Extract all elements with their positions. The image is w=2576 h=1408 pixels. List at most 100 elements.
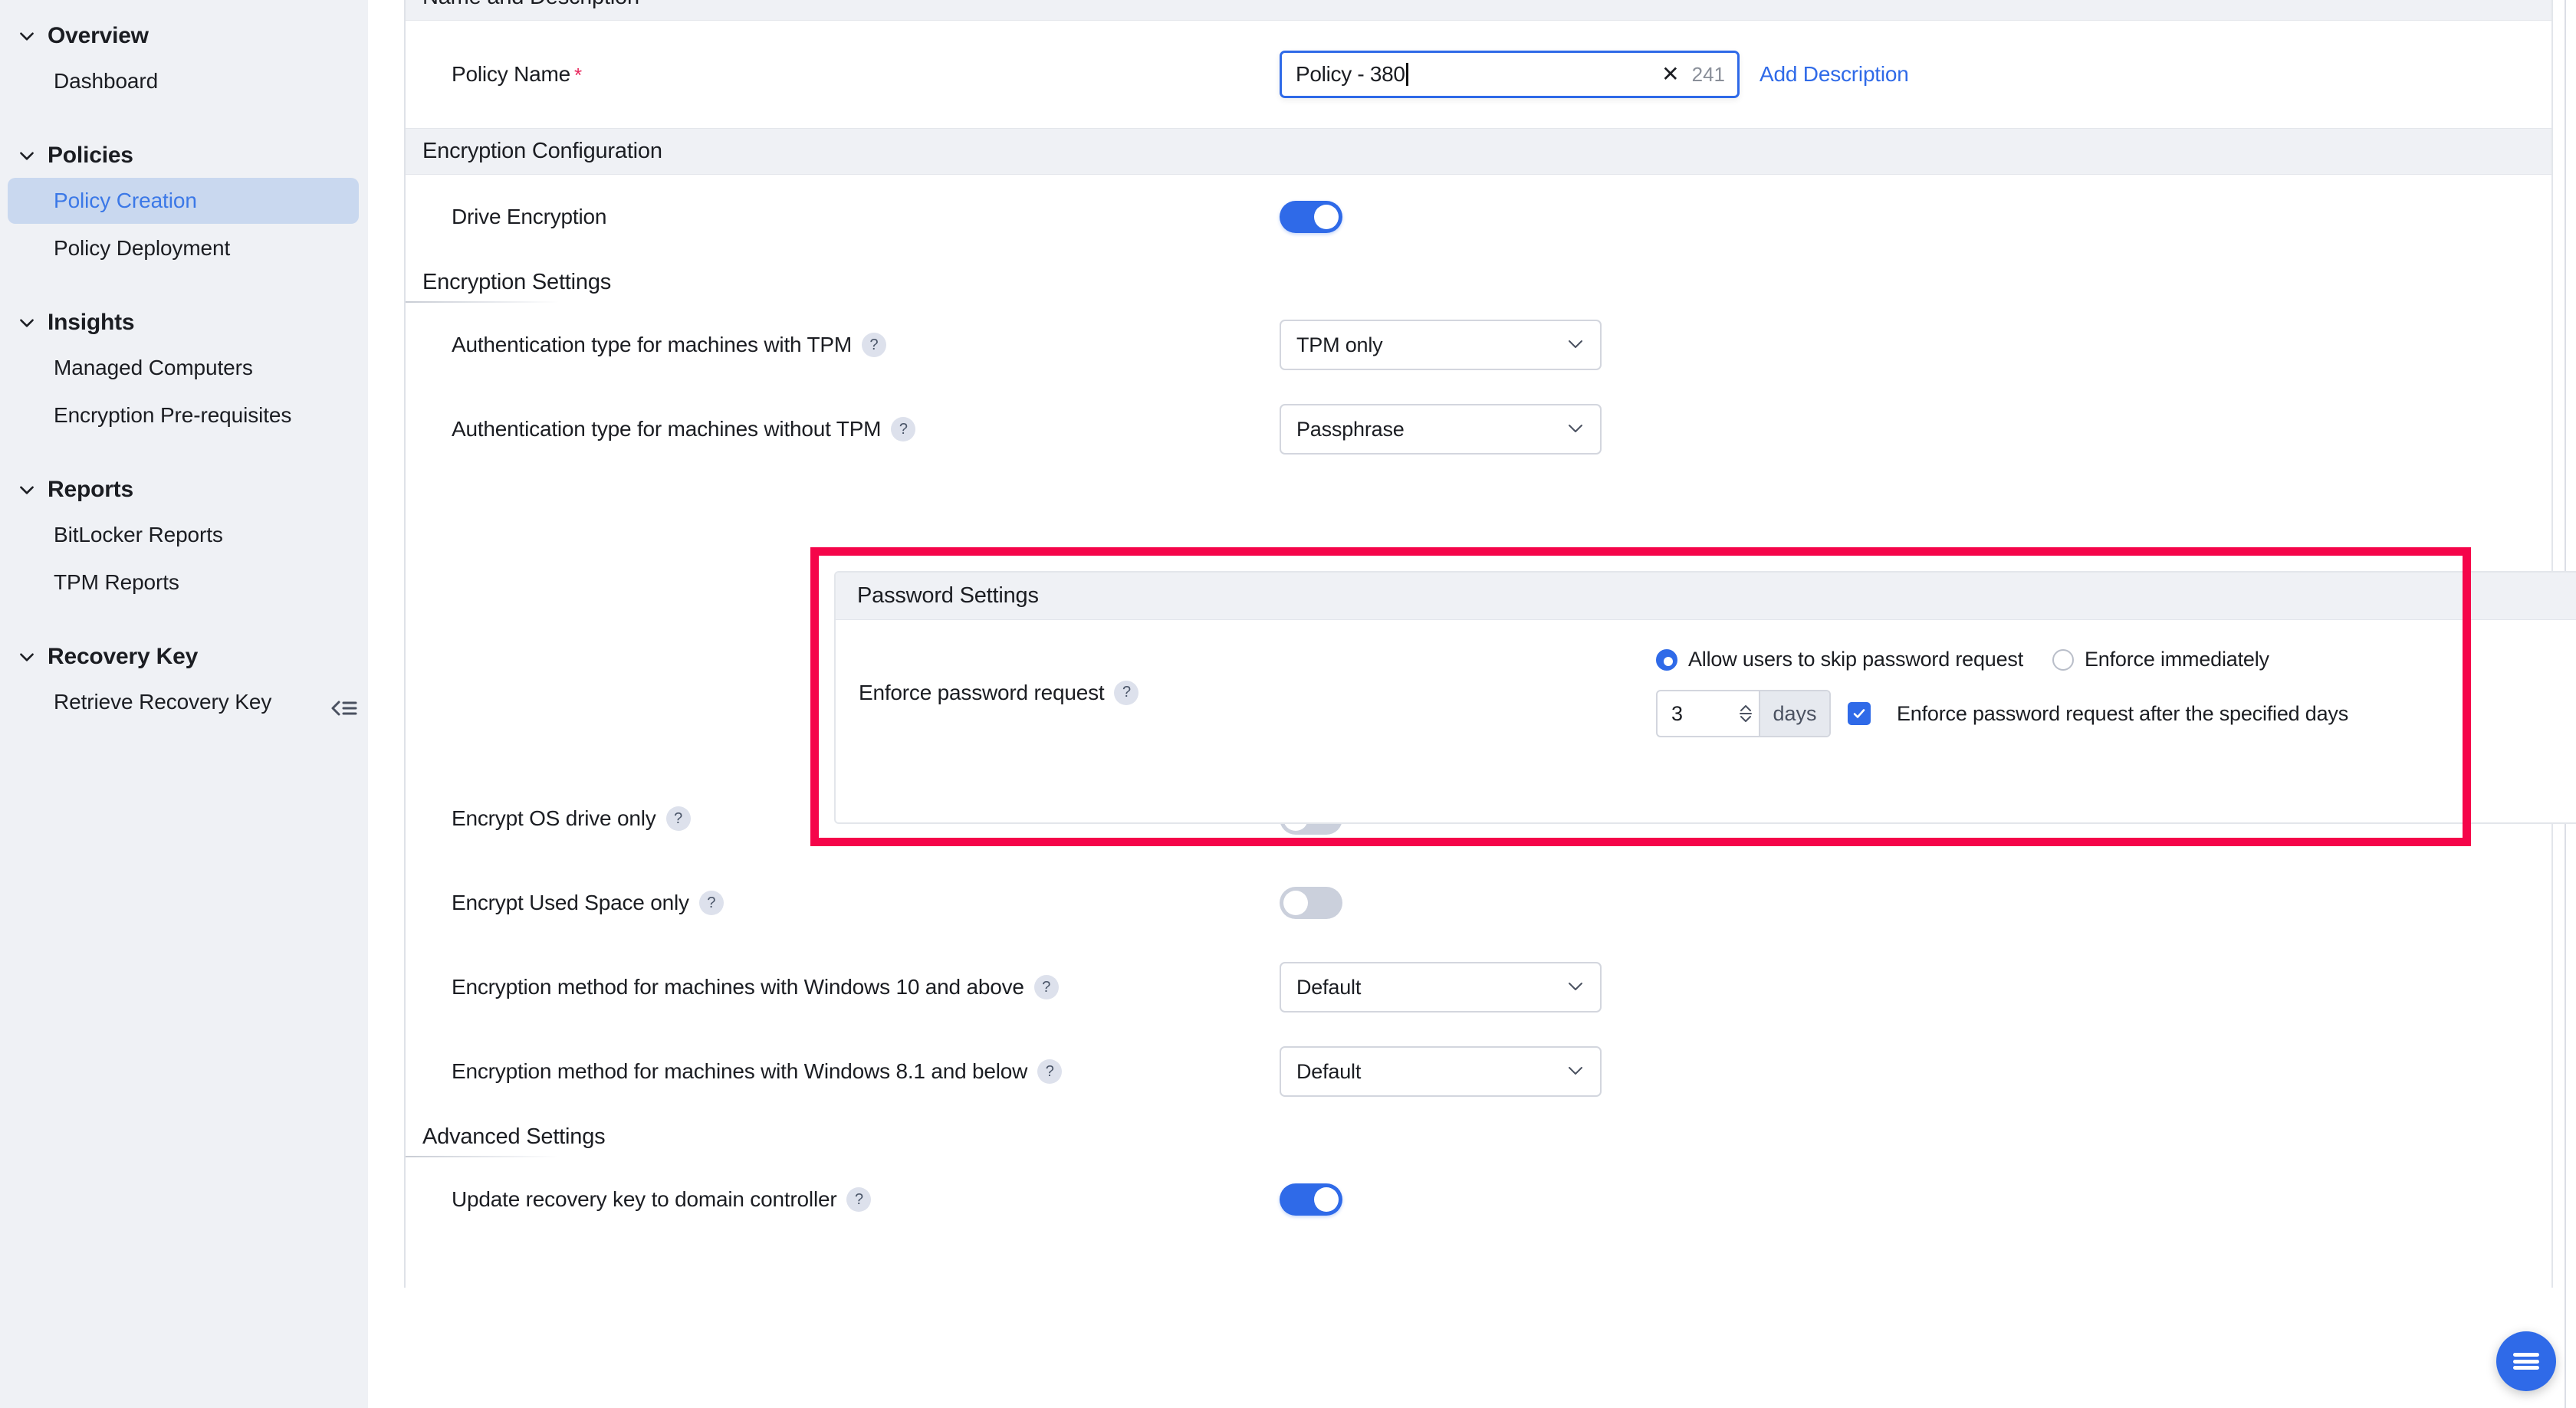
radio-allow-skip-password-request[interactable] [1656,649,1677,671]
encryption-method-win10-label-wrap: Encryption method for machines with Wind… [452,975,1280,999]
app-root: Overview Dashboard Policies Policy Creat… [0,0,2576,1408]
row-encryption-method-win81: Encryption method for machines with Wind… [406,1029,2551,1114]
update-recovery-key-control [1280,1183,1342,1216]
nav-group-title: Overview [48,23,149,49]
row-auth-type-without-tpm: Authentication type for machines without… [406,387,2551,471]
policy-name-value: Policy - 380 [1296,62,1405,87]
section-header-encryption-configuration: Encryption Configuration [406,128,2551,175]
collapse-sidebar-icon[interactable] [320,682,368,734]
sidebar-item-label: Policy Creation [54,189,197,212]
policy-name-label-wrap: Policy Name * [452,62,1280,87]
nav-spacer [0,615,368,636]
help-icon[interactable]: ? [862,333,886,357]
sidebar-item-label: BitLocker Reports [54,523,223,546]
sidebar-item-encryption-pre-requisites[interactable]: Encryption Pre-requisites [8,392,359,438]
enforce-password-request-label-wrap: Enforce password request ? [859,648,1656,737]
menu-bar [2513,1353,2539,1357]
help-icon[interactable]: ? [699,891,724,915]
nav-group-header-policies[interactable]: Policies [0,135,368,176]
radio-enforce-immediately-label[interactable]: Enforce immediately [2085,648,2269,671]
close-icon[interactable]: ✕ [1661,64,1679,85]
sidebar-item-label: Retrieve Recovery Key [54,690,271,714]
sidebar-item-retrieve-recovery-key[interactable]: Retrieve Recovery Key [8,679,359,725]
sidebar-item-managed-computers[interactable]: Managed Computers [8,345,359,391]
drive-encryption-label-wrap: Drive Encryption [452,205,1280,229]
help-icon[interactable]: ? [1037,1059,1062,1084]
encryption-method-win81-select[interactable]: Default [1280,1046,1602,1097]
section-title: Encryption Configuration [422,139,662,163]
sidebar: Overview Dashboard Policies Policy Creat… [0,0,368,1408]
enforce-password-radio-group: Allow users to skip password request Enf… [1656,648,2348,671]
auth-type-with-tpm-label-wrap: Authentication type for machines with TP… [452,333,1280,357]
select-value: TPM only [1296,333,1382,357]
days-stepper[interactable]: 3 days [1656,690,1831,737]
encryption-method-win10-select[interactable]: Default [1280,962,1602,1013]
enforce-after-days-label[interactable]: Enforce password request after the speci… [1897,702,2348,726]
auth-type-without-tpm-label-wrap: Authentication type for machines without… [452,417,1280,441]
select-value: Passphrase [1296,418,1405,441]
policy-name-input[interactable]: Policy - 380 ✕ 241 [1280,51,1740,98]
sidebar-item-label: Managed Computers [54,356,253,379]
days-line: 3 days [1656,690,2348,737]
nav-group-insights: Insights Managed Computers Encryption Pr… [0,302,368,438]
nav-group-header-insights[interactable]: Insights [0,302,368,343]
help-icon[interactable]: ? [1114,681,1138,705]
nav-group-header-overview[interactable]: Overview [0,15,368,57]
drive-encryption-label: Drive Encryption [452,205,606,229]
drive-encryption-toggle[interactable] [1280,201,1342,233]
help-icon[interactable]: ? [1034,975,1059,999]
nav-group-overview: Overview Dashboard [0,15,368,104]
row-encrypt-used-space-only: Encrypt Used Space only ? [406,861,2551,945]
sidebar-item-policy-creation[interactable]: Policy Creation [8,178,359,224]
enforce-password-request-label: Enforce password request [859,681,1104,705]
sidebar-item-tpm-reports[interactable]: TPM Reports [8,560,359,606]
sidebar-item-bitlocker-reports[interactable]: BitLocker Reports [8,512,359,558]
policy-name-control: Policy - 380 ✕ 241 Add Description [1280,51,1909,98]
bottom-spacer [406,1242,2551,1288]
row-drive-encryption: Drive Encryption [406,175,2551,259]
policy-name-label: Policy Name [452,62,570,87]
menu-bar [2513,1366,2539,1370]
encryption-method-win10-control: Default [1280,962,1602,1013]
auth-type-without-tpm-select[interactable]: Passphrase [1280,404,1602,455]
enforce-after-days-checkbox[interactable] [1848,702,1871,725]
select-value: Default [1296,1060,1361,1084]
nav-group-header-reports[interactable]: Reports [0,469,368,510]
drive-encryption-control [1280,201,1342,233]
required-marker: * [574,65,582,85]
chevron-down-icon [1566,979,1585,996]
subsection-header-advanced-settings: Advanced Settings [406,1114,2551,1157]
radio-enforce-immediately[interactable] [2052,649,2074,671]
auth-type-without-tpm-control: Passphrase [1280,404,1602,455]
sidebar-item-dashboard[interactable]: Dashboard [8,58,359,104]
auth-type-without-tpm-label: Authentication type for machines without… [452,417,881,441]
encrypt-used-space-only-label: Encrypt Used Space only [452,891,689,915]
sidebar-item-label: Policy Deployment [54,236,230,260]
update-recovery-key-label: Update recovery key to domain controller [452,1187,836,1212]
chevron-down-icon [17,647,37,667]
sidebar-item-policy-deployment[interactable]: Policy Deployment [8,225,359,271]
chevron-down-icon [17,26,37,46]
auth-type-with-tpm-select[interactable]: TPM only [1280,320,1602,370]
stepper-arrows-icon[interactable] [1733,691,1759,736]
help-icon[interactable]: ? [846,1187,871,1212]
policy-name-value-wrap: Policy - 380 [1296,62,1661,87]
nav-group-reports: Reports BitLocker Reports TPM Reports [0,469,368,606]
encryption-method-win81-label: Encryption method for machines with Wind… [452,1059,1027,1084]
help-icon[interactable]: ? [891,417,915,441]
radio-allow-skip-password-request-label[interactable]: Allow users to skip password request [1688,648,2023,671]
nav-group-title: Policies [48,143,133,169]
sidebar-item-label: Dashboard [54,69,158,93]
section-title: Name and Description [422,0,639,9]
char-count: 241 [1692,63,1725,87]
password-settings-body: Enforce password request ? Allow users t… [836,620,2576,737]
main-content: Name and Description Policy Name * Polic… [368,0,2576,1408]
help-icon[interactable]: ? [666,806,691,831]
menu-fab-button[interactable] [2496,1331,2556,1391]
encrypt-used-space-only-toggle[interactable] [1280,887,1342,919]
nav-group-header-recovery-key[interactable]: Recovery Key [0,636,368,678]
encrypt-os-drive-only-label: Encrypt OS drive only [452,806,656,831]
encryption-method-win81-control: Default [1280,1046,1602,1097]
update-recovery-key-toggle[interactable] [1280,1183,1342,1216]
add-description-link[interactable]: Add Description [1760,62,1909,87]
